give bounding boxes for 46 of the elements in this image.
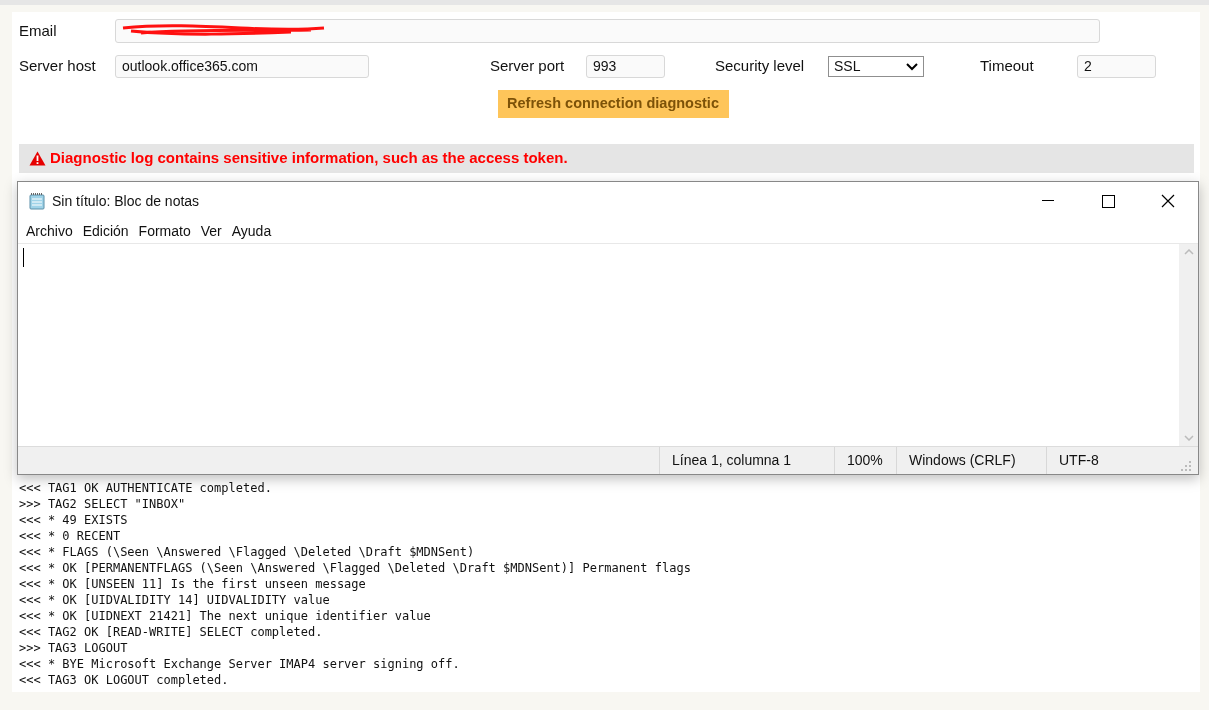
security-level-select[interactable]: SSL [828, 56, 924, 77]
log-line: <<< * OK [UIDVALIDITY 14] UIDVALIDITY value [19, 592, 330, 608]
chevron-down-icon [906, 62, 918, 71]
field-label: Server port [490, 56, 566, 77]
email-field[interactable] [115, 19, 1100, 43]
log-line: <<< TAG1 OK AUTHENTICATE completed. [19, 480, 272, 496]
text-cursor [23, 248, 24, 267]
status-field: Línea 1, columna 1 [659, 447, 834, 474]
status-field: UTF-8 [1046, 447, 1180, 474]
minimize-icon [1042, 200, 1054, 202]
log-line: <<< TAG2 OK [READ-WRITE] SELECT completed. [19, 624, 323, 640]
field-label: Server host [19, 56, 97, 77]
menu-item[interactable]: Edición [77, 221, 134, 242]
field-label: Timeout [980, 56, 1035, 77]
menu-item[interactable]: Ver [195, 221, 227, 242]
log-line: >>> TAG2 SELECT "INBOX" [19, 496, 186, 512]
warning-text: Diagnostic log contains sensitive information, such as the access token. [50, 148, 568, 169]
log-line: <<< * 0 RECENT [19, 528, 121, 544]
field-label: Security level [715, 56, 806, 77]
log-line: <<< * BYE Microsoft Exchange Server IMAP4 server signing off. [19, 656, 460, 672]
scroll-up-icon [1183, 249, 1194, 255]
status-field: 100% [834, 447, 896, 474]
log-line: <<< * OK [PERMANENTFLAGS (\Seen \Answered \Flagged \Deleted \Draft $MDNSent)] Permanent flags [19, 560, 691, 576]
log-line: <<< * 49 EXISTS [19, 512, 128, 528]
log-line: <<< * OK [UIDNEXT 21421] The next unique identifier value [19, 608, 431, 624]
text-field[interactable]: outlook.office365.com [115, 55, 369, 78]
text-field[interactable]: 2 [1077, 55, 1156, 78]
warning-icon [29, 151, 46, 166]
menu-item[interactable]: Ayuda [226, 221, 277, 242]
vertical-scrollbar[interactable] [1179, 244, 1198, 446]
notepad-icon [28, 192, 46, 210]
scroll-down-icon [1183, 435, 1194, 441]
field-label: Email [19, 20, 58, 41]
menu-item[interactable]: Formato [133, 221, 196, 242]
log-line: <<< TAG3 OK LOGOUT completed. [19, 672, 229, 688]
close-icon [1161, 194, 1175, 208]
menu-item[interactable]: Archivo [21, 221, 78, 242]
log-line: >>> TAG3 LOGOUT [19, 640, 128, 656]
window-title: Sin título: Bloc de notas [52, 191, 201, 211]
maximize-icon [1101, 194, 1115, 208]
refresh-diagnostic-button[interactable]: Refresh connection diagnostic [497, 90, 729, 118]
text-field[interactable]: 993 [586, 55, 665, 78]
status-field: Windows (CRLF) [896, 447, 1046, 474]
log-line: <<< * OK [UNSEEN 11] Is the first unseen message [19, 576, 366, 592]
log-line: <<< * FLAGS (\Seen \Answered \Flagged \Deleted \Draft $MDNSent) [19, 544, 475, 560]
resize-grip-icon[interactable] [1180, 460, 1192, 472]
